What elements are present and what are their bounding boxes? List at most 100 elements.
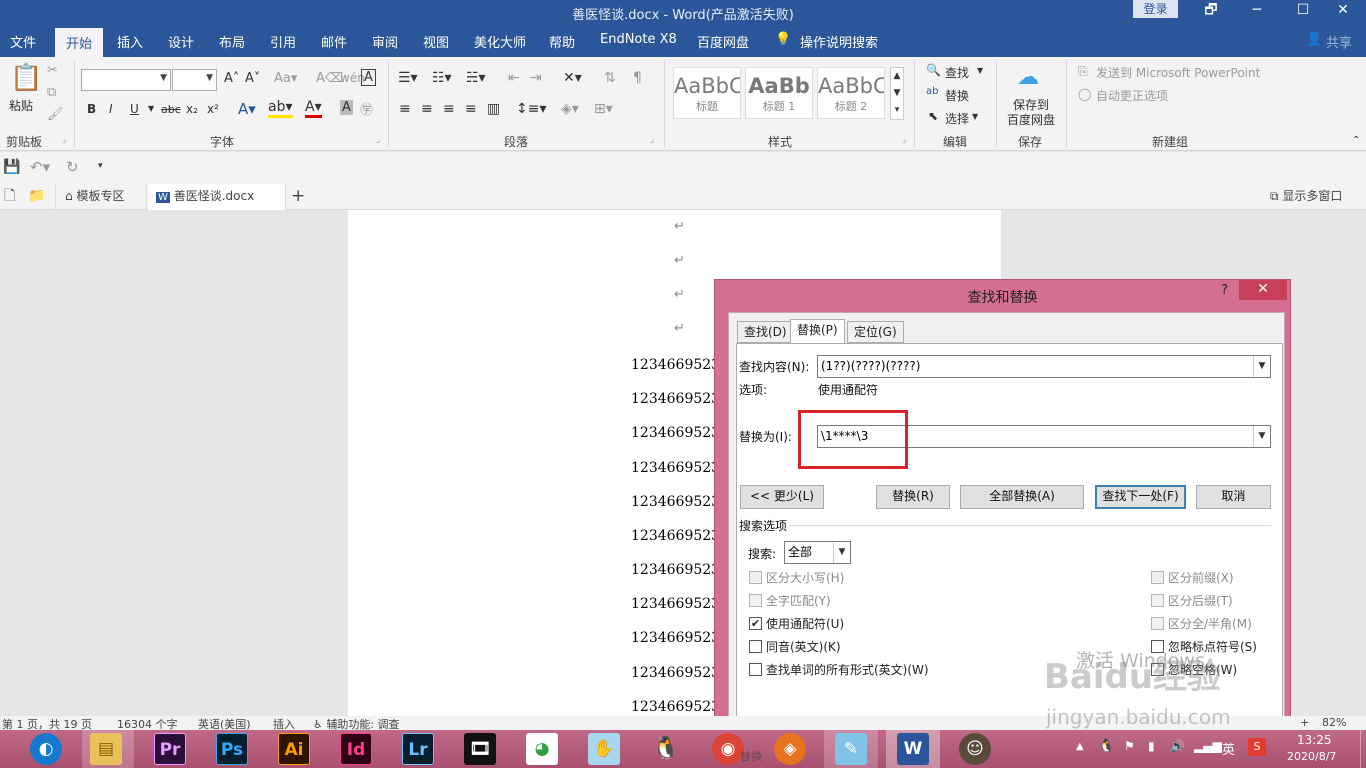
tab-endnote[interactable]: EndNote X8 — [600, 32, 677, 47]
pie-app-icon[interactable]: ◕ — [526, 733, 558, 765]
text-effects-icon[interactable]: A▾ — [238, 100, 256, 118]
qq-tray-icon[interactable]: 🐧 — [1098, 739, 1114, 754]
tray-expand-icon[interactable]: ▲ — [1076, 741, 1084, 752]
all-word-forms-checkbox[interactable] — [749, 663, 762, 676]
show-marks-icon[interactable]: ¶ — [633, 70, 642, 86]
enclose-char-icon[interactable]: ㊫ — [360, 99, 373, 118]
strikethrough-button[interactable]: abc — [161, 103, 181, 116]
char-shading-icon[interactable]: A — [340, 100, 353, 115]
dialog-close-button[interactable]: ✕ — [1239, 280, 1287, 300]
chevron-down-icon[interactable]: ▼ — [1253, 356, 1270, 377]
templates-tab[interactable]: ⌂ 模板专区 — [55, 184, 147, 210]
bold-button[interactable]: B — [87, 102, 96, 116]
search-direction-select[interactable]: 全部 ▼ — [784, 541, 851, 564]
network-tray-icon[interactable]: ▂▄▆ — [1194, 739, 1222, 753]
firefox-icon[interactable]: ◈ — [774, 733, 806, 765]
multilevel-list-icon[interactable]: ☵▾ — [466, 70, 486, 86]
select-button[interactable]: 选择 — [945, 110, 969, 127]
dialog-launcher-icon[interactable]: ⌟ — [650, 135, 654, 145]
tab-design[interactable]: 设计 — [168, 32, 194, 51]
shading-icon[interactable]: ◈▾ — [561, 101, 579, 117]
qq-icon[interactable]: 🐧 — [650, 733, 682, 765]
folder-icon[interactable]: 📁 — [28, 184, 45, 210]
replace-button[interactable]: 替换(R) — [876, 485, 950, 509]
char-border-icon[interactable]: A — [361, 69, 376, 86]
tab-baidu-pan[interactable]: 百度网盘 — [697, 32, 749, 51]
change-case-icon[interactable]: Aa▾ — [274, 71, 297, 86]
undo-icon[interactable]: ↶▾ — [30, 158, 50, 176]
less-button[interactable]: << 更少(L) — [740, 485, 824, 509]
style-heading2[interactable]: AaBbC 标题 2 — [817, 67, 885, 119]
sort-icon[interactable]: ⇅ — [604, 70, 616, 86]
chevron-down-icon[interactable]: ▼ — [977, 66, 983, 75]
decrease-indent-icon[interactable]: ⇤ — [508, 70, 520, 86]
word-taskbar-icon[interactable]: W — [897, 733, 929, 765]
save-to-pan-line2[interactable]: 百度网盘 — [1007, 111, 1055, 128]
chevron-down-icon[interactable]: ▼ — [833, 542, 850, 563]
file-explorer-icon[interactable]: ▤ — [90, 733, 122, 765]
borders-icon[interactable]: ⊞▾ — [594, 101, 613, 117]
find-next-button[interactable]: 查找下一处(F) — [1095, 485, 1186, 509]
clock-time[interactable]: 13:25 — [1297, 733, 1332, 747]
style-heading1[interactable]: AaBb 标题 1 — [745, 67, 813, 119]
dialog-launcher-icon[interactable]: ⌟ — [376, 135, 380, 145]
subscript-button[interactable]: x₂ — [186, 102, 198, 116]
notes-app-icon[interactable]: ✎ — [835, 733, 867, 765]
browser-icon[interactable]: ◐ — [30, 733, 62, 765]
indesign-icon[interactable]: Id — [340, 733, 372, 765]
match-case-checkbox[interactable] — [749, 571, 762, 584]
save-icon[interactable]: 💾 — [3, 159, 20, 175]
add-tab-icon[interactable]: + — [291, 184, 305, 210]
format-painter-icon[interactable]: 🖌 — [47, 107, 64, 122]
avatar[interactable]: ☺ — [959, 733, 991, 765]
find-what-input[interactable]: (1??)(????)(????) ▼ — [817, 355, 1271, 378]
sogou-tray-icon[interactable]: S — [1248, 738, 1266, 756]
premiere-icon[interactable]: Pr — [154, 733, 186, 765]
ime-indicator[interactable]: 英 — [1222, 739, 1235, 758]
chat-app-icon[interactable]: ✋ — [588, 733, 620, 765]
autocorrect-button[interactable]: 自动更正选项 — [1096, 87, 1168, 104]
chevron-down-icon[interactable]: ▼ — [972, 112, 978, 121]
paste-button[interactable]: 粘贴 — [9, 97, 33, 114]
increase-indent-icon[interactable]: ⇥ — [530, 70, 542, 86]
battery-tray-icon[interactable]: ▮ — [1148, 739, 1155, 753]
tab-file[interactable]: 文件 — [10, 32, 36, 51]
send-to-ppt-button[interactable]: 发送到 Microsoft PowerPoint — [1096, 64, 1260, 81]
tab-beautify[interactable]: 美化大师 — [474, 32, 526, 51]
lightroom-icon[interactable]: Lr — [402, 733, 434, 765]
ribbon-display-icon[interactable]: 🗗 — [1188, 0, 1234, 22]
wildcards-checkbox[interactable]: ✔ — [749, 617, 762, 630]
italic-button[interactable]: I — [109, 102, 113, 116]
justify-icon[interactable]: ≡ — [465, 101, 477, 117]
dialog-launcher-icon[interactable]: ⌟ — [62, 135, 66, 145]
tab-home[interactable]: 开始 — [55, 28, 104, 57]
tab-view[interactable]: 视图 — [423, 32, 449, 51]
tab-mailings[interactable]: 邮件 — [321, 32, 347, 51]
tab-goto[interactable]: 定位(G) — [847, 321, 904, 343]
redo-icon[interactable]: ↻ — [66, 158, 79, 176]
login-button[interactable]: 登录 — [1133, 0, 1178, 18]
dialog-launcher-icon[interactable]: ⌟ — [902, 135, 906, 145]
clock-date[interactable]: 2020/8/7 — [1287, 750, 1336, 763]
minimize-button[interactable]: ─ — [1234, 0, 1280, 22]
tab-find[interactable]: 查找(D) — [737, 321, 794, 343]
shrink-font-icon[interactable]: A˅ — [245, 71, 260, 86]
replace-button[interactable]: 替换 — [945, 87, 969, 104]
align-right-icon[interactable]: ≡ — [443, 101, 455, 117]
volume-tray-icon[interactable]: 🔊 — [1170, 739, 1185, 753]
styles-scroll-icon[interactable]: ▲ ▼ ▾ — [890, 67, 904, 120]
new-document-icon[interactable]: 🗋 — [4, 184, 15, 210]
replace-all-button[interactable]: 全部替换(A) — [960, 485, 1084, 509]
line-spacing-icon[interactable]: ↕≡▾ — [516, 101, 547, 117]
font-size-combo[interactable]: ▼ — [172, 69, 217, 91]
grow-font-icon[interactable]: A˄ — [224, 71, 239, 86]
cut-icon[interactable]: ✂ — [47, 63, 58, 78]
tab-replace[interactable]: 替换(P) — [790, 319, 845, 344]
font-name-combo[interactable]: ▼ — [81, 69, 171, 91]
align-left-icon[interactable]: ≡ — [399, 101, 411, 117]
show-desktop-button[interactable] — [1360, 730, 1366, 768]
copy-icon[interactable]: ⧉ — [47, 85, 56, 100]
find-button[interactable]: 查找 — [945, 64, 969, 81]
highlight-icon[interactable]: ab▾ — [268, 99, 293, 118]
zoom-level[interactable]: 82% — [1322, 716, 1346, 729]
